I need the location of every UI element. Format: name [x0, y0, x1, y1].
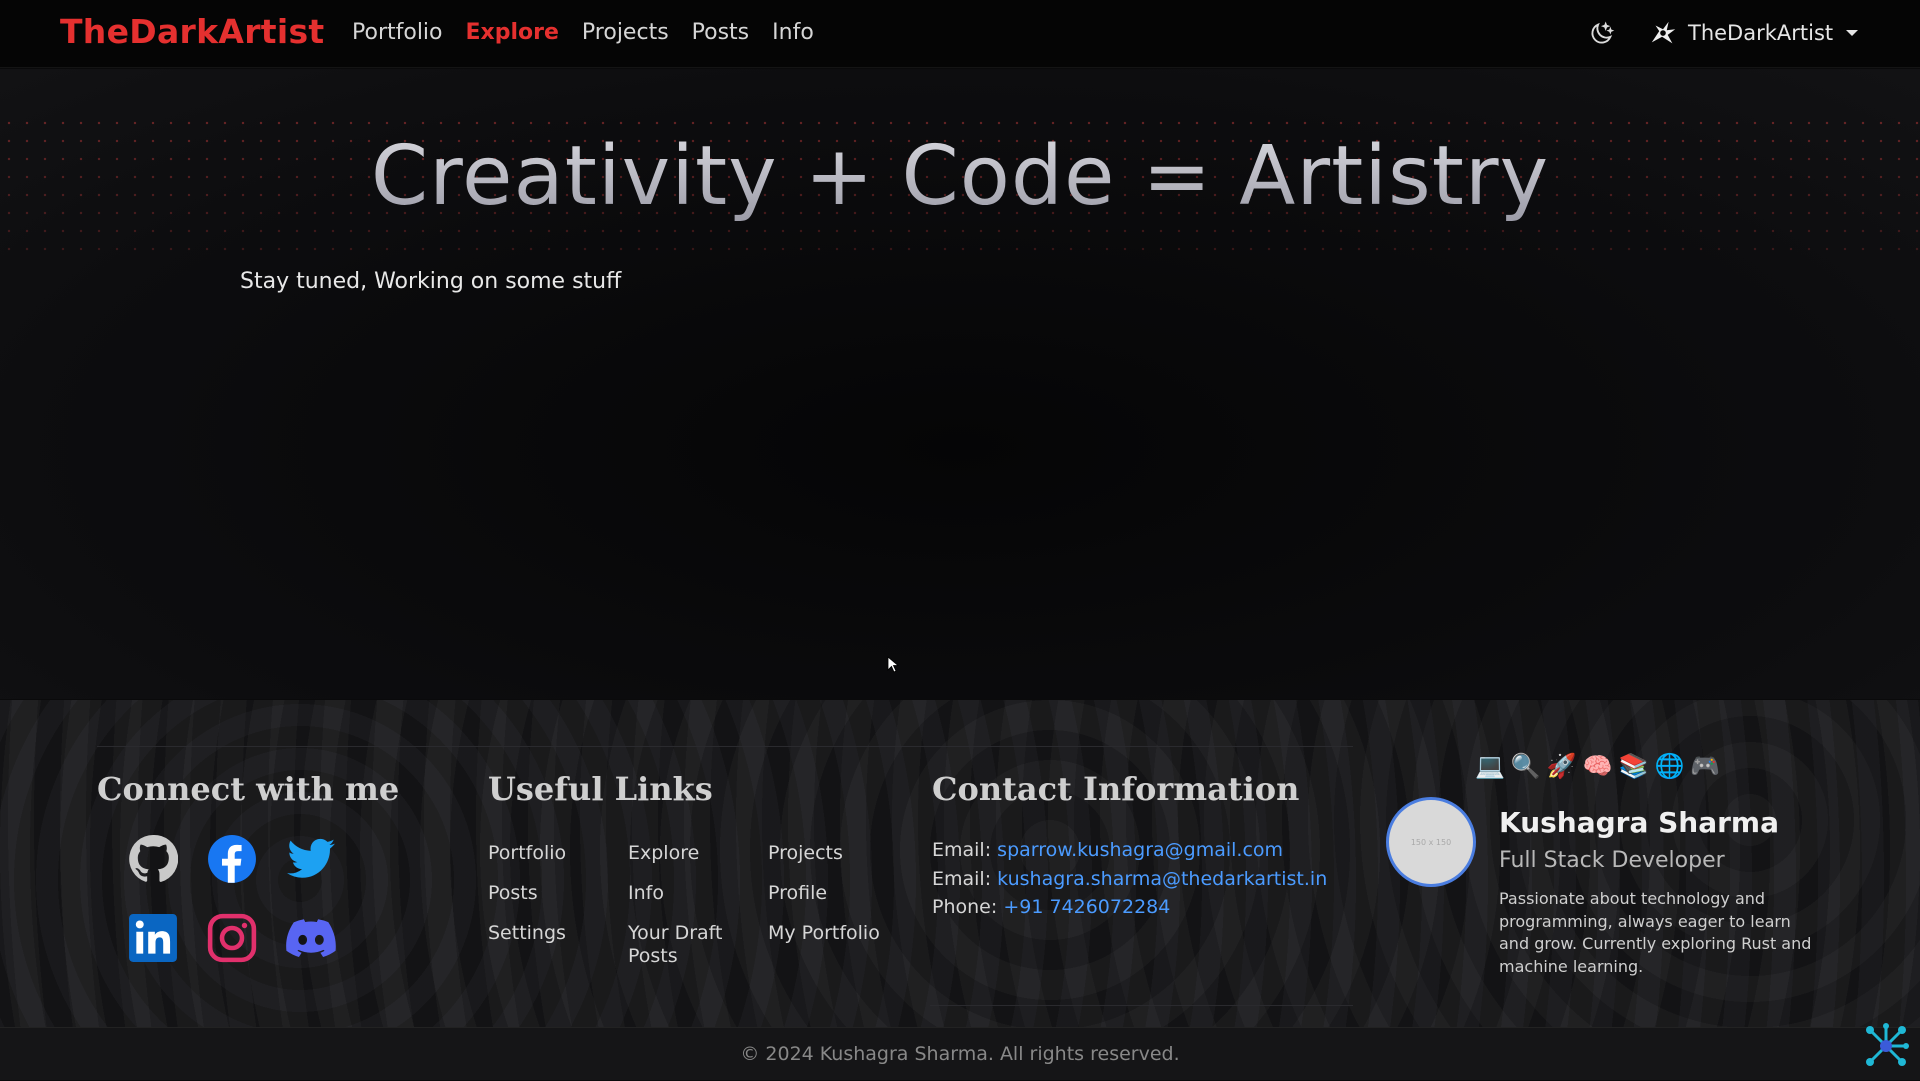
footer-divider-top	[97, 746, 1353, 747]
copyright-text: © 2024 Kushagra Sharma. All rights reser…	[740, 1043, 1180, 1065]
github-icon[interactable]	[128, 834, 178, 884]
contact-email-row: Email: sparrow.kushagra@gmail.com	[932, 836, 1327, 865]
nav-link-posts[interactable]: Posts	[692, 20, 750, 45]
useful-links-heading: Useful Links	[488, 770, 713, 808]
instagram-icon[interactable]	[207, 913, 257, 963]
email-label: Email:	[932, 839, 992, 861]
profile-name: Kushagra Sharma	[1499, 806, 1779, 839]
footer-link-info[interactable]: Info	[628, 882, 768, 905]
hero-title: Creativity + Code = Artistry	[0, 129, 1920, 224]
footer-link-explore[interactable]: Explore	[628, 842, 768, 865]
avatar-placeholder-text: 150 x 150	[1410, 837, 1452, 847]
contact-phone-row: Phone: +91 7426072284	[932, 893, 1327, 922]
user-name: TheDarkArtist	[1688, 21, 1834, 45]
rocket-icon: 🚀	[1546, 752, 1577, 780]
footer-link-profile[interactable]: Profile	[768, 882, 908, 905]
discord-icon[interactable]	[286, 913, 336, 963]
user-menu-dropdown[interactable]: TheDarkArtist	[1648, 18, 1859, 48]
footer-link-portfolio[interactable]: Portfolio	[488, 842, 628, 865]
useful-links-grid: Portfolio Explore Projects Posts Info Pr…	[488, 842, 908, 968]
nav-link-projects[interactable]: Projects	[582, 20, 669, 45]
email-link-gmail[interactable]: sparrow.kushagra@gmail.com	[997, 839, 1283, 861]
phone-link[interactable]: +91 7426072284	[1003, 896, 1170, 918]
nav-link-info[interactable]: Info	[772, 20, 814, 45]
footer-link-my-portfolio[interactable]: My Portfolio	[768, 922, 908, 968]
contact-info: Email: sparrow.kushagra@gmail.com Email:…	[932, 836, 1327, 922]
linkedin-icon[interactable]	[128, 913, 178, 963]
nav-link-explore[interactable]: Explore	[466, 20, 559, 45]
moon-stars-icon[interactable]	[1587, 20, 1615, 48]
nav-links: Portfolio Explore Projects Posts Info	[352, 20, 837, 45]
caret-down-icon	[1846, 30, 1859, 36]
top-navbar: TheDarkArtist Portfolio Explore Projects…	[0, 0, 1920, 68]
connect-heading: Connect with me	[97, 770, 400, 808]
hero-subtitle: Stay tuned, Working on some stuff	[240, 269, 622, 294]
magnifier-icon: 🔍	[1510, 752, 1541, 780]
artist-logo-icon	[1651, 21, 1676, 44]
interest-emoji-row: 💻 🔍 🚀 🧠 📚 🌐 🎮	[1475, 752, 1720, 780]
footer-link-posts[interactable]: Posts	[488, 882, 628, 905]
footer-divider-bottom	[930, 1005, 1353, 1006]
copyright-bar: © 2024 Kushagra Sharma. All rights reser…	[0, 1027, 1920, 1080]
profile-role: Full Stack Developer	[1499, 848, 1725, 873]
email-label: Email:	[932, 867, 992, 890]
brain-icon: 🧠	[1582, 752, 1613, 780]
footer-link-draft-posts[interactable]: Your Draft Posts	[628, 922, 748, 968]
contact-heading: Contact Information	[932, 770, 1300, 808]
nav-link-portfolio[interactable]: Portfolio	[352, 20, 443, 45]
books-icon: 📚	[1618, 752, 1649, 780]
profile-bio: Passionate about technology and programm…	[1499, 889, 1812, 976]
brand-logo[interactable]: TheDarkArtist	[60, 12, 324, 51]
mouse-cursor-icon	[887, 656, 899, 673]
laptop-icon: 💻	[1475, 752, 1505, 780]
globe-icon: 🌐	[1654, 752, 1685, 780]
footer-link-settings[interactable]: Settings	[488, 922, 628, 968]
gamepad-icon: 🎮	[1690, 752, 1721, 780]
network-nodes-icon[interactable]	[1860, 1020, 1912, 1072]
twitter-icon[interactable]	[286, 834, 336, 884]
hero-section: Creativity + Code = Artistry Stay tuned,…	[0, 69, 1920, 699]
phone-label: Phone:	[932, 896, 998, 918]
facebook-icon[interactable]	[207, 834, 257, 884]
contact-email-row: Email: kushagra.sharma@thedarkartist.in	[932, 865, 1327, 894]
email-link-domain[interactable]: kushagra.sharma@thedarkartist.in	[997, 868, 1327, 890]
social-links	[128, 834, 336, 963]
site-footer: Connect with me Useful Links Portfolio E…	[0, 700, 1920, 1027]
avatar: 150 x 150	[1386, 797, 1476, 887]
footer-link-projects[interactable]: Projects	[768, 842, 908, 865]
